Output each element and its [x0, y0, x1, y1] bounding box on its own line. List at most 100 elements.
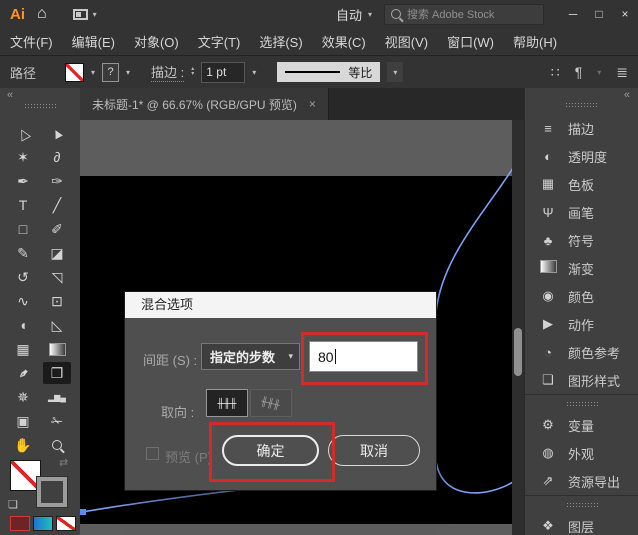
mesh-tool[interactable]: ▦	[9, 338, 37, 360]
panel-item-transparency[interactable]: ◐透明度	[525, 142, 638, 170]
curvature-tool[interactable]: ✑	[43, 170, 71, 192]
menu-view[interactable]: 视图(V)	[385, 32, 428, 51]
panel-item-gradient[interactable]: 渐变	[525, 254, 638, 282]
stroke-weight-label[interactable]: 描边 :	[151, 62, 184, 82]
panel-item-appearance[interactable]: ◍外观	[525, 439, 638, 467]
menu-select[interactable]: 选择(S)	[259, 32, 302, 51]
menu-type[interactable]: 文字(T)	[198, 32, 241, 51]
align-to-page-button[interactable]: ╫╫╫	[206, 389, 248, 417]
stroke-weight-stepper[interactable]: ▴ ▾	[191, 67, 194, 77]
search-input[interactable]: 搜索 Adobe Stock	[384, 4, 544, 25]
minimize-button[interactable]: ─	[560, 0, 586, 28]
none-button[interactable]	[56, 516, 76, 531]
panel-item-actions[interactable]: ▶动作	[525, 310, 638, 338]
panel-item-asset-export[interactable]: ⇗资源导出	[525, 467, 638, 495]
drag-grip-icon[interactable]	[565, 102, 597, 107]
eyedropper-tool[interactable]: ✒	[9, 362, 37, 384]
perspective-grid-tool[interactable]: ◺	[43, 314, 71, 336]
chevron-down-icon[interactable]: ▾	[252, 68, 256, 77]
panel-group-divider[interactable]	[525, 394, 638, 411]
workspace-switcher[interactable]: ▾	[73, 9, 97, 20]
panel-item-graphic-styles[interactable]: ❏图形样式	[525, 366, 638, 394]
rotate-tool[interactable]: ↺	[9, 266, 37, 288]
color-button[interactable]	[10, 516, 30, 531]
menu-window[interactable]: 窗口(W)	[447, 32, 494, 51]
stepper-down-icon[interactable]: ▾	[191, 72, 194, 77]
panel-item-color-guide[interactable]: ◔颜色参考	[525, 338, 638, 366]
panel-group-divider[interactable]	[525, 495, 638, 512]
blend-tool[interactable]: ❒	[43, 362, 71, 384]
gradient-tool[interactable]	[43, 338, 71, 360]
zoom-tool[interactable]	[43, 434, 71, 456]
default-fill-stroke-icon[interactable]: ❏	[8, 498, 18, 511]
line-segment-tool[interactable]: ╱	[43, 194, 71, 216]
canvas-scrollbar[interactable]	[512, 120, 524, 535]
preview-checkbox[interactable]	[146, 447, 159, 460]
panel-item-brushes[interactable]: Ψ画笔	[525, 198, 638, 226]
menu-effect[interactable]: 效果(C)	[322, 32, 366, 51]
panel-item-stroke[interactable]: ≡描边	[525, 114, 638, 142]
stroke-color-swatch[interactable]: ?	[102, 63, 119, 82]
column-graph-tool[interactable]: ▂▆▄	[43, 386, 71, 408]
chevron-down-icon[interactable]: ▾	[126, 68, 130, 77]
swatches-shortcut-icon[interactable]: ∷	[551, 64, 560, 81]
artboard-tool[interactable]: ▣	[9, 410, 37, 432]
stroke-profile-dropdown[interactable]: ▾	[387, 62, 403, 82]
align-options-icon[interactable]: ¶	[575, 64, 583, 80]
scale-tool[interactable]: ◹	[43, 266, 71, 288]
chevron-down-icon: ▾	[393, 68, 397, 77]
panel-item-color[interactable]: ◉颜色	[525, 282, 638, 310]
panel-item-symbols[interactable]: ♣符号	[525, 226, 638, 254]
type-tool[interactable]: T	[9, 194, 37, 216]
width-tool[interactable]: ∿	[9, 290, 37, 312]
magic-wand-tool[interactable]: ✶	[9, 146, 37, 168]
maximize-button[interactable]: □	[586, 0, 612, 28]
menu-object[interactable]: 对象(O)	[134, 32, 179, 51]
cancel-button[interactable]: 取消	[328, 435, 420, 466]
gpu-mode-dropdown[interactable]: 自动 ▾	[336, 5, 372, 24]
menu-edit[interactable]: 编辑(E)	[72, 32, 115, 51]
drag-grip-icon[interactable]	[24, 103, 56, 108]
gradient-panel-icon	[537, 260, 559, 276]
eraser-tool[interactable]: ◪	[43, 242, 71, 264]
slice-tool[interactable]: ✁	[43, 410, 71, 432]
fill-color-swatch[interactable]	[65, 63, 84, 82]
scrollbar-thumb[interactable]	[514, 328, 522, 376]
hand-tool[interactable]: ✋	[9, 434, 37, 456]
panel-item-swatches[interactable]: ▦色板	[525, 170, 638, 198]
panel-item-variables[interactable]: ⚙变量	[525, 411, 638, 439]
cancel-button-label: 取消	[360, 441, 388, 461]
menu-file[interactable]: 文件(F)	[10, 32, 53, 51]
stroke-proxy[interactable]	[37, 477, 67, 507]
close-button[interactable]: ×	[612, 0, 638, 28]
free-transform-tool[interactable]: ⊡	[43, 290, 71, 312]
paintbrush-tool[interactable]: ✐	[43, 218, 71, 240]
chevron-down-icon[interactable]: ▾	[91, 68, 95, 77]
swap-fill-stroke-icon[interactable]: ⇄	[59, 456, 68, 469]
dialog-title[interactable]: 混合选项	[125, 292, 436, 318]
direct-selection-tool[interactable]: ▲	[43, 122, 71, 144]
collapse-panel-icon[interactable]: «	[7, 89, 13, 101]
tab-close-icon[interactable]: ×	[309, 97, 316, 111]
spacing-dropdown[interactable]: 指定的步数 ▾	[201, 343, 300, 370]
selection-tool[interactable]: △	[9, 122, 37, 144]
document-tab[interactable]: 未标题-1* @ 66.67% (RGB/GPU 预览) ×	[80, 88, 329, 120]
stroke-profile-preview[interactable]: 等比	[277, 62, 380, 82]
lasso-tool[interactable]: ∂	[43, 146, 71, 168]
home-icon[interactable]: ⌂	[37, 6, 47, 22]
steps-input[interactable]: 80	[309, 341, 418, 372]
shape-builder-tool[interactable]: ◖	[9, 314, 37, 336]
illustrator-window: Ai ⌂ ▾ 自动 ▾ 搜索 Adobe Stock ─ □ × 文件(F) 编…	[0, 0, 638, 535]
rectangle-tool[interactable]: □	[9, 218, 37, 240]
pencil-tool[interactable]: ✎	[9, 242, 37, 264]
collapse-panel-icon[interactable]: «	[624, 89, 630, 101]
stroke-weight-value[interactable]: 1 pt	[201, 62, 245, 83]
panel-menu-icon[interactable]: ≣	[616, 64, 628, 81]
gradient-button[interactable]	[33, 516, 53, 531]
pen-tool[interactable]: ✒	[9, 170, 37, 192]
ok-button[interactable]: 确定	[222, 435, 319, 466]
symbol-sprayer-tool[interactable]: ✵	[9, 386, 37, 408]
align-to-path-button[interactable]: ╫╫╫	[250, 389, 292, 417]
panel-item-layers[interactable]: ❖图层	[525, 512, 638, 535]
menu-help[interactable]: 帮助(H)	[513, 32, 557, 51]
